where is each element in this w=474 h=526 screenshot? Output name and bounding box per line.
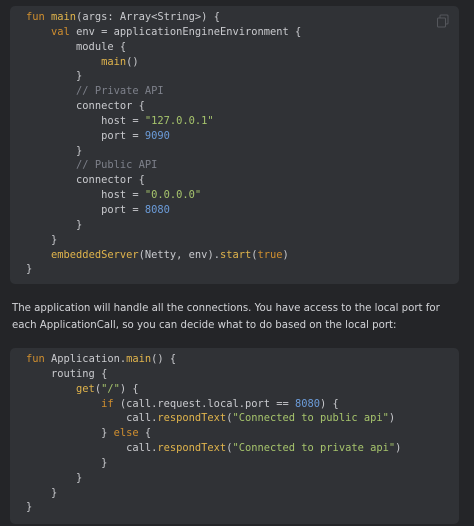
- code-token: module {: [26, 40, 127, 53]
- code-line: }: [26, 471, 459, 486]
- code-line: connector {: [26, 99, 459, 114]
- code-line: // Private API: [26, 84, 459, 99]
- code-token: ) {: [119, 382, 139, 395]
- code-line: connector {: [26, 173, 459, 188]
- code-token: routing {: [26, 367, 108, 380]
- code-line: call.respondText("Connected to public ap…: [26, 411, 459, 426]
- code-token: "0.0.0.0": [144, 189, 202, 202]
- code-line: fun Application.main() {: [26, 352, 459, 367]
- code-token: }: [26, 501, 33, 514]
- code-token: if: [101, 397, 114, 410]
- code-token: fun: [26, 11, 52, 23]
- code-token: }: [26, 263, 33, 276]
- description-paragraph: The application will handle all the conn…: [12, 303, 440, 331]
- code-line: }: [26, 262, 459, 277]
- code-line: embeddedServer(Netty, env).start(true): [26, 248, 459, 263]
- code-token: () {: [151, 353, 177, 365]
- code-lines: fun main(args: Array<String>) { val env …: [26, 10, 459, 277]
- code-line: }: [26, 456, 459, 471]
- code-line: // Public API: [26, 158, 459, 173]
- code-token: }: [26, 144, 83, 157]
- code-line: }: [26, 218, 459, 233]
- code-line: fun main(args: Array<String>) {: [26, 10, 459, 25]
- code-token: }: [26, 427, 114, 440]
- code-token: 8080: [144, 203, 170, 216]
- code-token: "/": [101, 382, 120, 395]
- code-token: }: [26, 70, 83, 83]
- code-line: host = "127.0.0.1": [26, 114, 459, 129]
- code-token: connector {: [26, 100, 145, 113]
- code-token: ): [388, 412, 396, 425]
- code-line: }: [26, 500, 459, 515]
- code-token: (call.request.local.port ==: [113, 397, 296, 410]
- code-line: val env = applicationEngineEnvironment {: [26, 25, 459, 40]
- code-token: "127.0.0.1": [144, 114, 214, 127]
- code-line: } else {: [26, 426, 459, 441]
- code-token: "Connected to private api": [232, 442, 396, 455]
- code-token: }: [26, 486, 58, 499]
- code-token: 8080: [295, 397, 321, 410]
- code-token: val: [51, 25, 70, 38]
- code-line: }: [26, 233, 459, 248]
- code-line: call.respondText("Connected to private a…: [26, 441, 459, 456]
- copy-icon[interactable]: [436, 14, 450, 28]
- code-token: respondText: [157, 442, 227, 455]
- code-token: 9090: [144, 129, 170, 142]
- code-token: call.: [26, 442, 158, 455]
- code-line: port = 8080: [26, 203, 459, 218]
- code-token: (Netty, env).: [138, 248, 220, 261]
- code-token: get: [76, 382, 95, 395]
- code-token: main: [126, 353, 152, 365]
- code-token: port =: [26, 129, 145, 142]
- code-token: Application.: [51, 353, 127, 365]
- code-token: }: [26, 233, 58, 246]
- code-line: module {: [26, 40, 459, 55]
- code-token: port =: [26, 203, 145, 216]
- code-line: }: [26, 486, 459, 501]
- code-token: start: [219, 248, 252, 261]
- code-token: embeddedServer: [51, 248, 139, 261]
- code-line: host = "0.0.0.0": [26, 188, 459, 203]
- code-token: "Connected to public api": [232, 412, 389, 425]
- code-token: // Private API: [76, 85, 164, 98]
- code-token: ): [282, 248, 289, 261]
- code-token: ): [395, 442, 402, 455]
- code-token: }: [26, 456, 108, 469]
- code-line: }: [26, 69, 459, 84]
- code-token: }: [26, 471, 83, 484]
- code-token: true: [257, 248, 283, 261]
- code-lines: fun Application.main() { routing { get("…: [26, 352, 459, 515]
- code-token: env = applicationEngineEnvironment {: [69, 25, 302, 38]
- code-token: host =: [26, 189, 145, 202]
- code-line: }: [26, 144, 459, 159]
- code-token: }: [26, 218, 83, 231]
- code-token: else: [113, 427, 139, 440]
- code-token: // Public API: [76, 159, 158, 172]
- code-token: fun: [26, 353, 52, 365]
- code-token: call.: [26, 412, 158, 425]
- code-token: respondText: [157, 412, 227, 425]
- code-token: ) {: [320, 397, 339, 410]
- code-token: (): [126, 55, 139, 68]
- code-line: get("/") {: [26, 382, 459, 397]
- code-token: connector {: [26, 174, 145, 187]
- code-line: routing {: [26, 367, 459, 382]
- code-token: {: [138, 427, 152, 440]
- code-token: (args: Array<String>) {: [76, 11, 220, 23]
- code-block-application-routing: fun Application.main() { routing { get("…: [10, 348, 459, 524]
- code-line: if (call.request.local.port == 8080) {: [26, 397, 459, 412]
- code-block-main-function: fun main(args: Array<String>) { val env …: [10, 6, 459, 284]
- code-token: host =: [26, 114, 145, 127]
- code-token: main: [51, 11, 77, 23]
- code-line: port = 9090: [26, 129, 459, 144]
- code-token: main: [101, 55, 127, 68]
- code-line: main(): [26, 55, 459, 70]
